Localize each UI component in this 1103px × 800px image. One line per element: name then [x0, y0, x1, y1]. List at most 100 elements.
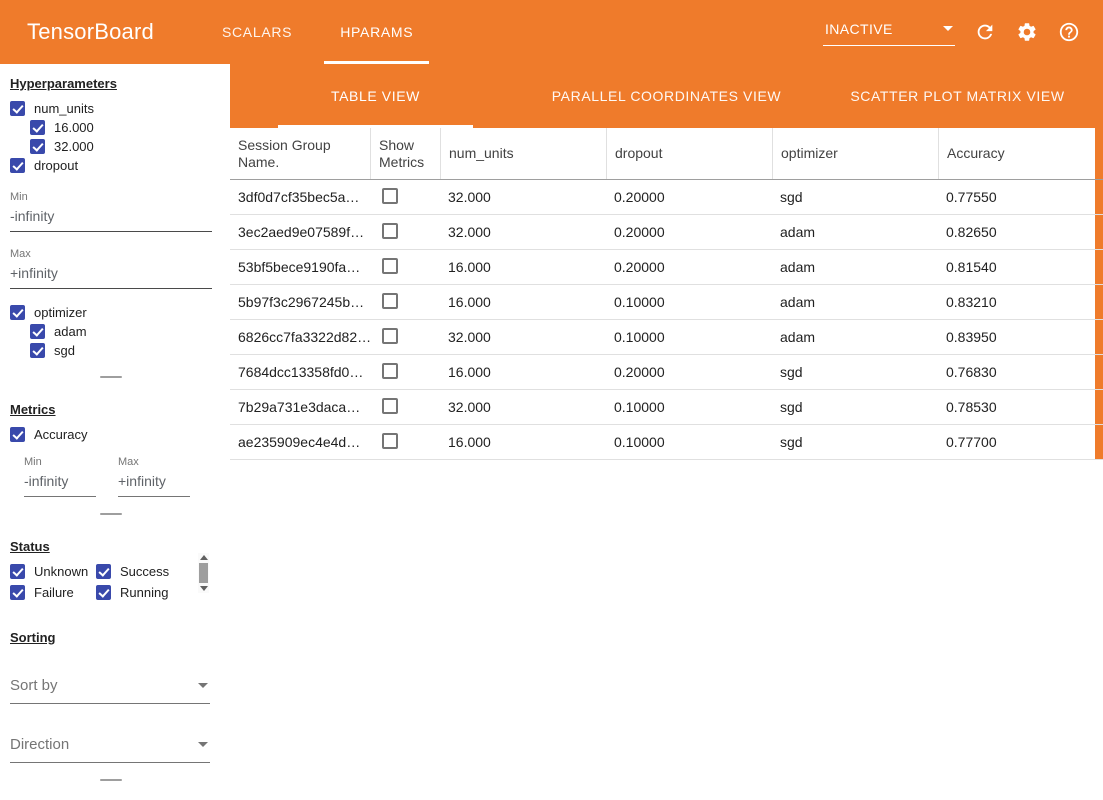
- show-metrics-checkbox[interactable]: [382, 363, 398, 379]
- col-dropout: dropout: [606, 128, 772, 179]
- status-running-row[interactable]: Running: [96, 583, 212, 602]
- optimizer-row[interactable]: optimizer: [10, 303, 212, 322]
- table-row: 53bf5bece9190fa… 16.000 0.20000 adam 0.8…: [230, 250, 1103, 285]
- status-unknown-row[interactable]: Unknown: [10, 562, 96, 581]
- status-success-row[interactable]: Success: [96, 562, 212, 581]
- metrics-min-input[interactable]: -infinity: [24, 468, 96, 497]
- status-running-checkbox[interactable]: [96, 585, 111, 600]
- row-accent-strip: [1095, 355, 1103, 389]
- tab-scalars[interactable]: SCALARS: [198, 0, 316, 64]
- status-unknown-checkbox[interactable]: [10, 564, 25, 579]
- table-row: 7684dcc13358fd0… 16.000 0.20000 sgd 0.76…: [230, 355, 1103, 390]
- num-units-cell: 32.000: [440, 224, 606, 240]
- scrollbar-thumb[interactable]: [199, 563, 208, 583]
- optimizer-checkbox[interactable]: [10, 305, 25, 320]
- accuracy-row[interactable]: Accuracy: [10, 425, 212, 444]
- settings-button[interactable]: [1015, 20, 1039, 44]
- metrics-max-label: Max: [118, 456, 190, 468]
- session-groups-table: Session Group Name. Show Metrics num_uni…: [230, 128, 1103, 460]
- dropout-min-input[interactable]: -infinity: [10, 203, 212, 232]
- num-units-cell: 32.000: [440, 189, 606, 205]
- session-group-name: 53bf5bece9190fa…: [230, 259, 370, 275]
- direction-select[interactable]: Direction: [10, 730, 210, 763]
- optimizer-option-row[interactable]: sgd: [30, 341, 212, 360]
- status-failure-checkbox[interactable]: [10, 585, 25, 600]
- show-metrics-cell: [370, 293, 440, 312]
- num-units-cell: 16.000: [440, 364, 606, 380]
- optimizer-cell: sgd: [772, 364, 938, 380]
- tab-scatter-plot-matrix-view[interactable]: SCATTER PLOT MATRIX VIEW: [812, 64, 1103, 128]
- pane-resize-handle[interactable]: [100, 513, 122, 515]
- row-accent-strip: [1095, 250, 1103, 284]
- optimizer-adam-checkbox[interactable]: [30, 324, 45, 339]
- table-row: 6826cc7fa3322d82… 32.000 0.10000 adam 0.…: [230, 320, 1103, 355]
- show-metrics-checkbox[interactable]: [382, 328, 398, 344]
- accuracy-cell: 0.77550: [938, 189, 1095, 205]
- metrics-min-label: Min: [24, 456, 96, 468]
- dropout-cell: 0.10000: [606, 329, 772, 345]
- sort-by-select[interactable]: Sort by: [10, 671, 210, 704]
- num-units-16-checkbox[interactable]: [30, 120, 45, 135]
- num-units-cell: 16.000: [440, 434, 606, 450]
- show-metrics-checkbox[interactable]: [382, 433, 398, 449]
- show-metrics-checkbox[interactable]: [382, 258, 398, 274]
- scroll-down-icon[interactable]: [200, 586, 208, 591]
- show-metrics-checkbox[interactable]: [382, 223, 398, 239]
- app-header: TensorBoard SCALARS HPARAMS INACTIVE: [0, 0, 1103, 64]
- dropout-cell: 0.10000: [606, 399, 772, 415]
- status-running-label: Running: [120, 585, 168, 600]
- hparams-main: TABLE VIEW PARALLEL COORDINATES VIEW SCA…: [230, 64, 1103, 800]
- dropout-checkbox[interactable]: [10, 158, 25, 173]
- accuracy-checkbox[interactable]: [10, 427, 25, 442]
- optimizer-label: optimizer: [34, 305, 87, 320]
- num-units-32-checkbox[interactable]: [30, 139, 45, 154]
- show-metrics-cell: [370, 188, 440, 207]
- col-optimizer: optimizer: [772, 128, 938, 179]
- show-metrics-checkbox[interactable]: [382, 398, 398, 414]
- reload-button[interactable]: [973, 20, 997, 44]
- tab-table-view[interactable]: TABLE VIEW: [230, 64, 521, 128]
- session-group-name: 6826cc7fa3322d82…: [230, 329, 370, 345]
- status-success-label: Success: [120, 564, 169, 579]
- dropout-label: dropout: [34, 158, 78, 173]
- sorting-heading: Sorting: [10, 630, 212, 645]
- status-success-checkbox[interactable]: [96, 564, 111, 579]
- num-units-row[interactable]: num_units: [10, 99, 212, 118]
- optimizer-option-row[interactable]: adam: [30, 322, 212, 341]
- tab-hparams[interactable]: HPARAMS: [316, 0, 437, 64]
- show-metrics-checkbox[interactable]: [382, 293, 398, 309]
- accuracy-cell: 0.78530: [938, 399, 1095, 415]
- pane-resize-handle[interactable]: [100, 376, 122, 378]
- status-failure-row[interactable]: Failure: [10, 583, 96, 602]
- header-actions: INACTIVE: [823, 19, 1081, 46]
- num-units-cell: 16.000: [440, 259, 606, 275]
- paging-pane: Paging Number of matching session groups…: [0, 793, 222, 800]
- optimizer-adam-label: adam: [54, 324, 87, 339]
- num-units-option-row[interactable]: 16.000: [30, 118, 212, 137]
- row-accent-strip: [1095, 180, 1103, 214]
- num-units-checkbox[interactable]: [10, 101, 25, 116]
- help-button[interactable]: [1057, 20, 1081, 44]
- show-metrics-checkbox[interactable]: [382, 188, 398, 204]
- dropout-row[interactable]: dropout: [10, 156, 212, 175]
- optimizer-sgd-checkbox[interactable]: [30, 343, 45, 358]
- session-group-name: ae235909ec4e4d…: [230, 434, 370, 450]
- accuracy-cell: 0.77700: [938, 434, 1095, 450]
- row-accent-strip: [1095, 215, 1103, 249]
- status-scrollbar[interactable]: [198, 553, 209, 593]
- table-row: 7b29a731e3daca… 32.000 0.10000 sgd 0.785…: [230, 390, 1103, 425]
- tab-parallel-coordinates-view[interactable]: PARALLEL COORDINATES VIEW: [521, 64, 812, 128]
- dropout-min-label: Min: [10, 191, 212, 203]
- direction-value: Direction: [10, 736, 69, 753]
- num-units-option-row[interactable]: 32.000: [30, 137, 212, 156]
- status-dropdown[interactable]: INACTIVE: [823, 19, 955, 46]
- num-units-16-label: 16.000: [54, 120, 94, 135]
- dropout-max-input[interactable]: +infinity: [10, 260, 212, 289]
- session-group-name: 3ec2aed9e07589f…: [230, 224, 370, 240]
- optimizer-cell: adam: [772, 329, 938, 345]
- view-tabs: TABLE VIEW PARALLEL COORDINATES VIEW SCA…: [230, 64, 1103, 128]
- pane-resize-handle[interactable]: [100, 779, 122, 781]
- metrics-max-input[interactable]: +infinity: [118, 468, 190, 497]
- scroll-up-icon[interactable]: [200, 555, 208, 560]
- session-group-name: 7684dcc13358fd0…: [230, 364, 370, 380]
